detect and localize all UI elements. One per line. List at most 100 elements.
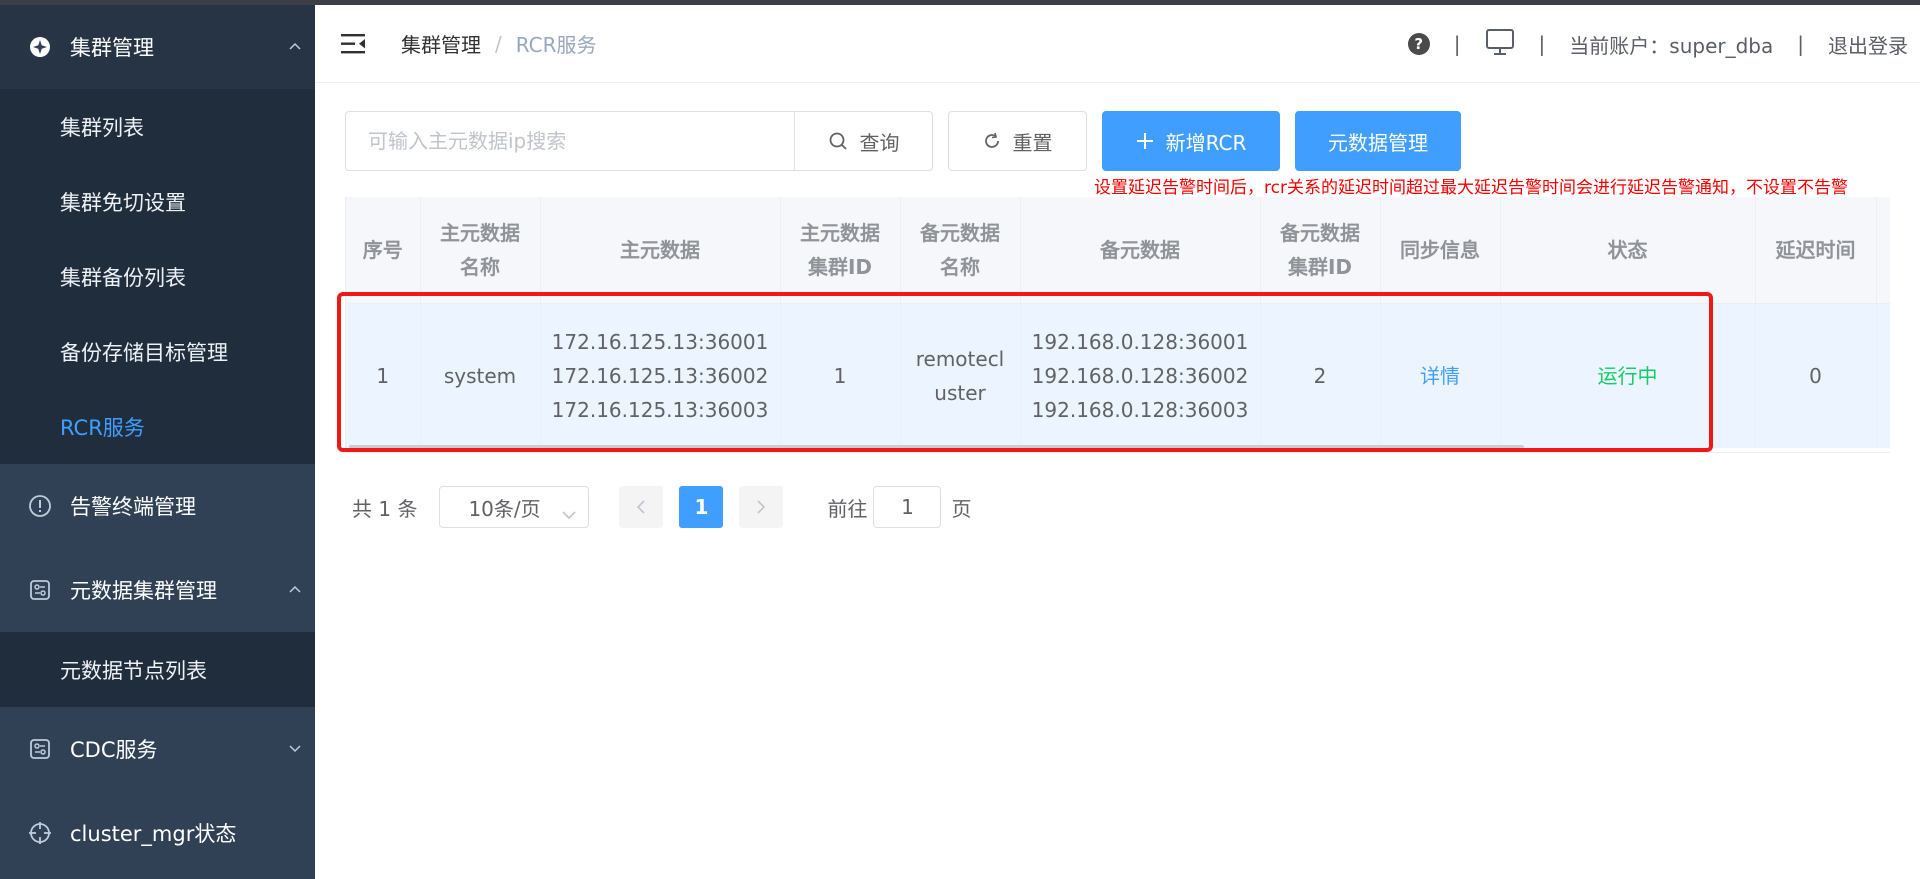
chevron-down-icon (562, 501, 577, 525)
chevron-right-icon (757, 500, 766, 514)
page-size-select[interactable]: 10条/页 (439, 486, 590, 528)
hamburger-menu-icon[interactable] (341, 31, 367, 57)
goto-page-input[interactable] (873, 486, 942, 528)
help-icon[interactable]: ? (1407, 33, 1430, 55)
query-button-label: 查询 (859, 130, 900, 155)
sidebar-group-cluster-management[interactable]: 集群管理 (0, 5, 315, 89)
goto-page-suffix: 页 (951, 496, 972, 521)
cluster-icon (28, 35, 52, 59)
breadcrumb-item-cluster-management[interactable]: 集群管理 (401, 29, 481, 58)
cell-master-name: system (420, 303, 541, 448)
cell-status: 运行中 (1500, 303, 1756, 448)
breadcrumb-item-rcr-service: RCR服务 (515, 33, 597, 57)
sidebar-group-label: cluster_mgr状态 (70, 822, 237, 846)
cell-master-data: 172.16.125.13:36001 172.16.125.13:36002 … (540, 303, 781, 448)
crosshair-icon (28, 821, 52, 845)
metadata-management-button[interactable]: 元数据管理 (1295, 111, 1461, 171)
cell-sync-info: 详情 (1380, 303, 1501, 448)
next-page-button[interactable] (739, 486, 784, 528)
column-header-sync-info: 同步信息 (1380, 197, 1501, 304)
reset-button[interactable]: 重置 (948, 111, 1087, 171)
slave-ip: 192.168.0.128:36002 (1031, 363, 1249, 388)
header-actions: ? | | 当前账户：super_dba | 退出登录 (1407, 5, 1908, 83)
slave-ip: 192.168.0.128:36003 (1031, 397, 1249, 422)
monitor-icon[interactable] (1485, 28, 1515, 61)
sidebar-item-cluster-failover-settings[interactable]: 集群免切设置 (0, 164, 315, 239)
header-divider: | (1538, 32, 1546, 56)
sidebar-group-label: 告警终端管理 (70, 495, 196, 519)
column-header-master-name: 主元数据 名称 (420, 197, 541, 304)
breadcrumb-separator: / (495, 31, 502, 56)
sidebar-group-cdc-service[interactable]: CDC服务 (0, 707, 315, 791)
sidebar-group-metadata-cluster[interactable]: 元数据集群管理 (0, 548, 315, 632)
cell-delay: 0 (1755, 303, 1877, 448)
table-row[interactable]: 1 system 172.16.125.13:36001 172.16.125.… (346, 303, 1890, 448)
cell-overflow (1876, 303, 1890, 448)
alert-icon (28, 494, 52, 518)
sidebar-group-label: 元数据集群管理 (70, 579, 217, 603)
column-header-overflow (1876, 197, 1890, 304)
master-ip: 172.16.125.13:36003 (551, 397, 769, 422)
delay-alert-warning-text: 设置延迟告警时间后，rcr关系的延迟时间超过最大延迟告警时间会进行延迟告警通知，… (1094, 178, 1848, 198)
slave-name-line: uster (934, 380, 986, 405)
cell-slave-name: remotecl uster (900, 303, 1021, 448)
cdc-icon (28, 737, 52, 761)
top-header: 集群管理 / RCR服务 ? | | 当前账户：super_dba | 退出登录 (315, 5, 1920, 83)
prev-page-button[interactable] (619, 486, 664, 528)
metadata-management-button-label: 元数据管理 (1328, 130, 1428, 155)
cell-index: 1 (346, 303, 421, 448)
add-rcr-button-label: 新增RCR (1165, 130, 1247, 155)
window-top-border (0, 0, 1920, 5)
current-account-label: 当前账户：super_dba (1569, 33, 1774, 58)
sidebar-item-cluster-list[interactable]: 集群列表 (0, 89, 315, 164)
sidebar-item-rcr-service[interactable]: RCR服务 (0, 389, 315, 464)
slave-ip: 192.168.0.128:36001 (1031, 329, 1249, 354)
search-icon (828, 131, 848, 151)
table-header-row: 序号 主元数据 名称 主元数据 主元数据 集群ID 备元数据 名称 备元数据 备元数据… (346, 197, 1890, 304)
table-horizontal-scrollbar[interactable] (349, 445, 1524, 449)
search-input[interactable] (345, 111, 795, 171)
query-button[interactable]: 查询 (794, 111, 933, 171)
sidebar-item-cluster-backup-list[interactable]: 集群备份列表 (0, 239, 315, 314)
column-header-slave-data: 备元数据 (1020, 197, 1261, 304)
header-divider: | (1797, 32, 1804, 56)
reset-button-label: 重置 (1012, 130, 1053, 155)
cell-slave-cluster-id: 2 (1260, 303, 1381, 448)
plus-icon (1136, 132, 1154, 150)
sidebar-item-metadata-node-list[interactable]: 元数据节点列表 (0, 632, 315, 707)
refresh-icon (983, 132, 1001, 150)
slave-name-line: remotecl (915, 346, 1005, 371)
column-header-master-cluster-id: 主元数据 集群ID (780, 197, 901, 304)
column-header-index: 序号 (346, 197, 421, 304)
master-ip: 172.16.125.13:36001 (551, 329, 769, 354)
master-ip: 172.16.125.13:36002 (551, 363, 769, 388)
status-badge: 运行中 (1597, 363, 1658, 388)
column-header-slave-name: 备元数据 名称 (900, 197, 1021, 304)
sidebar-group-label: 集群管理 (70, 36, 154, 60)
column-header-status: 状态 (1500, 197, 1756, 304)
chevron-down-icon (289, 745, 301, 755)
page-size-value: 10条/页 (468, 496, 541, 521)
column-header-master-data: 主元数据 (540, 197, 781, 304)
page-number-current[interactable]: 1 (679, 486, 724, 528)
header-divider: | (1453, 32, 1461, 56)
rcr-table: 序号 主元数据 名称 主元数据 主元数据 集群ID 备元数据 名称 备元数据 备元数据… (345, 197, 1890, 453)
sidebar-item-backup-storage-target[interactable]: 备份存储目标管理 (0, 314, 315, 389)
column-header-delay: 延迟时间 (1755, 197, 1877, 304)
cell-master-cluster-id: 1 (780, 303, 901, 448)
logout-link[interactable]: 退出登录 (1828, 30, 1908, 59)
pagination: 共 1 条 10条/页 1 前往 页 (352, 486, 971, 528)
column-header-slave-cluster-id: 备元数据 集群ID (1260, 197, 1381, 304)
chevron-up-icon (289, 585, 301, 595)
sync-detail-link[interactable]: 详情 (1420, 364, 1460, 388)
pagination-total: 共 1 条 (352, 496, 418, 521)
goto-label: 前往 (827, 496, 868, 521)
chevron-up-icon (289, 42, 301, 52)
cell-slave-data: 192.168.0.128:36001 192.168.0.128:36002 … (1020, 303, 1261, 448)
sidebar-group-cluster-mgr-status[interactable]: cluster_mgr状态 (0, 791, 315, 875)
breadcrumb: 集群管理 / RCR服务 (401, 29, 597, 58)
sidebar-group-alert-terminal[interactable]: 告警终端管理 (0, 464, 315, 548)
add-rcr-button[interactable]: 新增RCR (1102, 111, 1280, 171)
sidebar: 集群管理 集群列表 集群免切设置 集群备份列表 备份存储目标管理 RCR服务 告… (0, 5, 315, 879)
sidebar-group-label: CDC服务 (70, 738, 158, 762)
